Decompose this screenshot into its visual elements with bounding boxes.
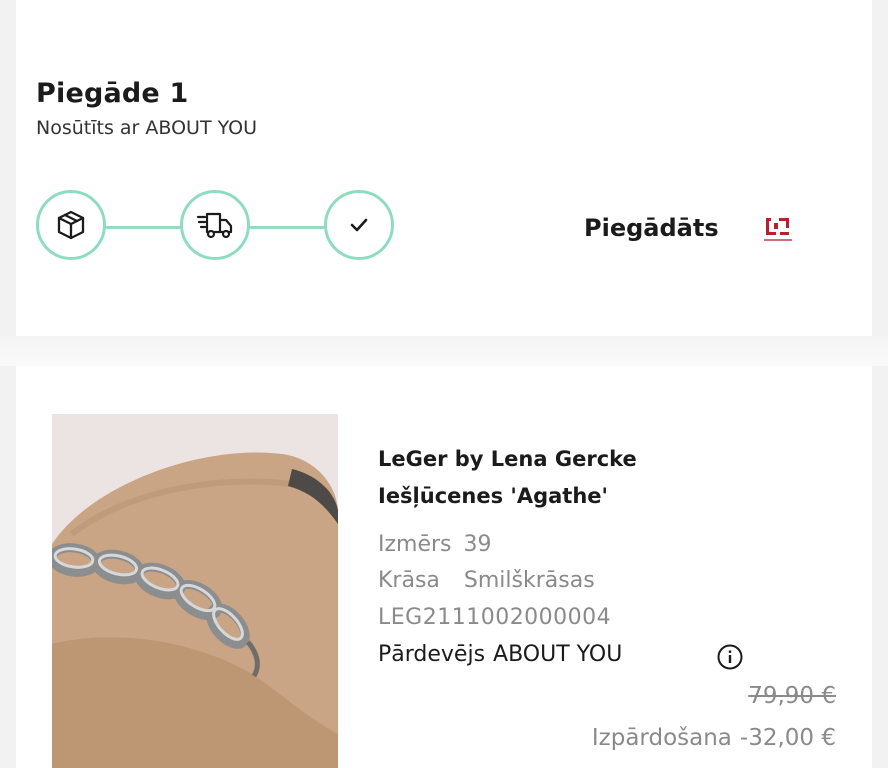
delivery-truck-icon — [196, 212, 233, 239]
color-label: Krāsa — [378, 568, 440, 593]
size-label: Izmērs — [378, 532, 452, 557]
shoe-photo — [52, 414, 338, 768]
step-in-transit — [180, 190, 250, 260]
delivery-status: Piegādāts — [584, 214, 719, 242]
product-name[interactable]: Iešļūcenes 'Agathe' — [378, 484, 608, 508]
product-sku: LEG2111002000004 — [378, 605, 612, 630]
original-price: 79,90 € — [748, 683, 836, 709]
sale-discount: -32,00 € — [739, 725, 836, 751]
section-divider — [0, 336, 888, 366]
seller-value: ABOUT YOU — [493, 642, 623, 667]
seller-row: Pārdevējs ABOUT YOU — [378, 642, 622, 667]
carrier-logo-icon — [764, 218, 792, 241]
sale-discount-row: Izpārdošana -32,00 € — [592, 725, 836, 751]
delivery-card — [16, 0, 872, 336]
progress-connector — [105, 226, 181, 229]
sale-label: Izpārdošana — [591, 725, 732, 751]
step-delivered — [324, 190, 394, 260]
color-value: Smilškrāsas — [463, 568, 595, 593]
product-image[interactable] — [52, 414, 338, 768]
right-edge-shadow — [872, 0, 888, 768]
checkmark-icon — [350, 218, 368, 232]
delivery-title: Piegāde 1 — [36, 78, 189, 109]
info-icon[interactable] — [716, 643, 744, 671]
step-shipped — [36, 190, 106, 260]
seller-label: Pārdevējs — [378, 642, 486, 667]
product-color-row: Krāsa Smilškrāsas — [378, 568, 595, 593]
size-value: 39 — [463, 532, 492, 557]
order-detail-screen: Piegāde 1 Nosūtīts ar ABOUT YOU Piegādāt… — [0, 0, 888, 768]
product-brand[interactable]: LeGer by Lena Gercke — [378, 447, 637, 471]
package-icon — [57, 210, 85, 240]
delivery-progress-tracker — [36, 190, 400, 266]
delivery-subtitle: Nosūtīts ar ABOUT YOU — [36, 117, 258, 139]
left-edge-shadow — [0, 0, 16, 768]
progress-connector — [249, 226, 325, 229]
product-size-row: Izmērs 39 — [378, 532, 492, 557]
